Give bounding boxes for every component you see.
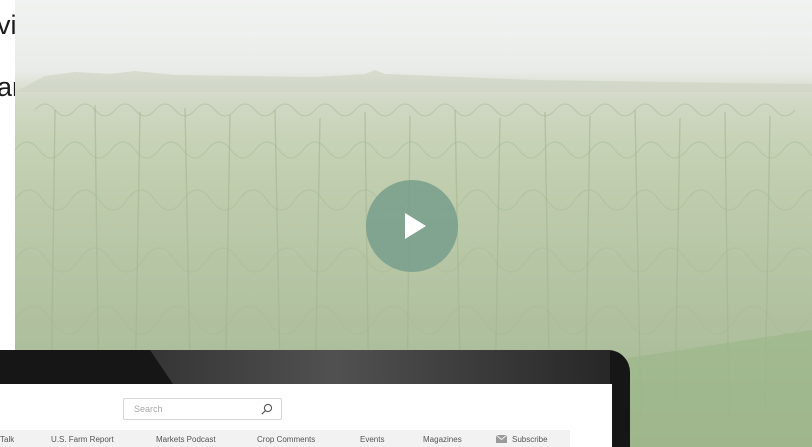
search-icon[interactable] (261, 403, 273, 415)
nav-item-talk[interactable]: Talk (0, 435, 14, 444)
site-nav: Talk U.S. Farm Report Markets Podcast Cr… (0, 430, 570, 447)
nav-item-magazines[interactable]: Magazines (423, 435, 462, 444)
nav-item-markets-podcast[interactable]: Markets Podcast (156, 435, 216, 444)
nav-item-crop-comments[interactable]: Crop Comments (257, 435, 315, 444)
play-icon (404, 213, 426, 239)
nav-item-us-farm-report[interactable]: U.S. Farm Report (51, 435, 114, 444)
bezel-glare (150, 350, 610, 384)
nav-item-events[interactable]: Events (360, 435, 384, 444)
search-box[interactable] (123, 398, 282, 420)
nav-item-subscribe[interactable]: Subscribe (496, 435, 548, 444)
laptop-screen: Talk U.S. Farm Report Markets Podcast Cr… (0, 384, 612, 447)
mail-icon (496, 435, 507, 443)
subscribe-label: Subscribe (512, 435, 548, 444)
laptop-mockup: Talk U.S. Farm Report Markets Podcast Cr… (0, 350, 630, 447)
search-input[interactable] (124, 399, 254, 419)
play-button[interactable] (366, 180, 458, 272)
